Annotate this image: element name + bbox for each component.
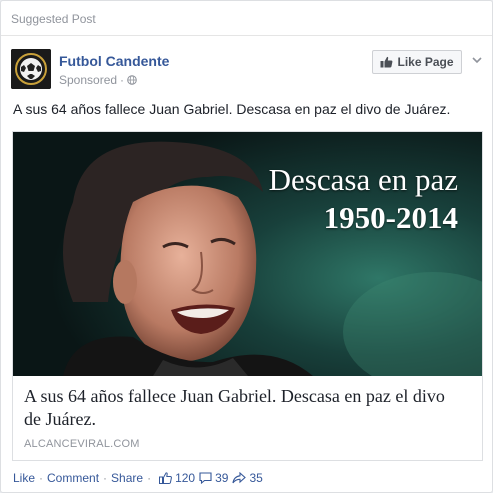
link-preview-domain: ALCANCEVIRAL.COM [24, 438, 140, 450]
separator-dot: · [147, 471, 152, 485]
like-page-button[interactable]: Like Page [372, 50, 462, 74]
sponsored-label[interactable]: Sponsored [59, 73, 117, 87]
post-actions-bar: Like · Comment · Share · 120 39 35 [13, 471, 263, 485]
globe-icon [127, 75, 137, 85]
link-preview-image[interactable]: Descasa en paz 1950-2014 [13, 132, 482, 376]
separator-dot: · [120, 73, 125, 87]
share-arrow-icon [232, 472, 247, 484]
header-divider [1, 35, 492, 36]
shares-count[interactable]: 35 [232, 471, 263, 485]
comments-count-value: 39 [215, 471, 229, 485]
chevron-down-icon[interactable] [471, 55, 483, 65]
sponsored-row: Sponsored · [59, 73, 137, 87]
page-name-link[interactable]: Futbol Candente [59, 53, 169, 69]
link-preview-title[interactable]: A sus 64 años fallece Juan Gabriel. Desc… [24, 385, 464, 431]
image-overlay-title: Descasa en paz [268, 162, 458, 197]
image-overlay-years: 1950-2014 [323, 200, 458, 235]
separator-dot: · [103, 471, 108, 485]
page-avatar[interactable] [11, 49, 51, 89]
thumbs-up-icon [159, 472, 172, 484]
suggested-post-card: Suggested Post Futbol Candente Sponsored… [0, 0, 493, 493]
comment-link[interactable]: Comment [47, 471, 99, 485]
like-page-label: Like Page [397, 55, 454, 69]
soccer-ball-icon [11, 49, 51, 89]
post-message: A sus 64 años fallece Juan Gabriel. Desc… [13, 101, 451, 117]
comments-count[interactable]: 39 [199, 471, 228, 485]
comment-bubble-icon [199, 472, 212, 484]
likes-count-value: 120 [175, 471, 196, 485]
share-link[interactable]: Share [111, 471, 143, 485]
likes-count[interactable]: 120 [159, 471, 195, 485]
separator-dot: · [39, 471, 44, 485]
shares-count-value: 35 [249, 471, 263, 485]
like-link[interactable]: Like [13, 471, 35, 485]
suggested-post-label: Suggested Post [11, 12, 96, 26]
thumbs-up-icon [380, 56, 393, 68]
link-preview[interactable]: Descasa en paz 1950-2014 A sus 64 años f… [12, 131, 483, 461]
